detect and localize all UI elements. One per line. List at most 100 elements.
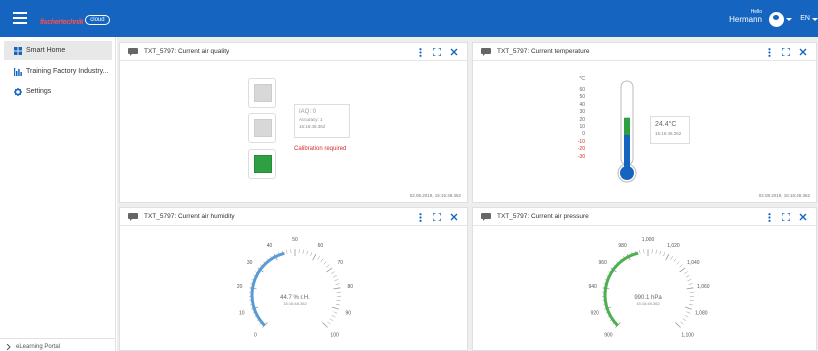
gauge-tick-label: 40 bbox=[267, 243, 273, 249]
gauge-tick bbox=[679, 264, 683, 268]
gauge-tick bbox=[317, 256, 320, 260]
gauge-tick bbox=[302, 249, 304, 254]
avatar-icon[interactable] bbox=[769, 12, 784, 27]
gauge-value-arc bbox=[250, 251, 285, 327]
card-temperature: TXT_5797: Current temperature °C 24.4°C … bbox=[472, 42, 817, 203]
chevron-right-icon bbox=[6, 344, 11, 350]
menu-icon[interactable] bbox=[13, 12, 27, 24]
gauge-tick-label: 960 bbox=[599, 260, 608, 266]
sidebar-item-training-factory[interactable]: Training Factory Industry... bbox=[4, 62, 112, 81]
gauge-tick-label: 90 bbox=[345, 310, 351, 316]
gauge-tick bbox=[663, 252, 666, 257]
message-icon bbox=[128, 47, 138, 56]
air-quality-level-2 bbox=[248, 113, 276, 143]
gauge-tick-label: 30 bbox=[247, 260, 253, 266]
gauge-tick-label: 1,080 bbox=[695, 310, 708, 316]
gauge-tick bbox=[684, 306, 692, 310]
gauge-tick bbox=[332, 275, 337, 278]
gauge-tick bbox=[333, 311, 338, 314]
more-options-icon[interactable] bbox=[764, 47, 774, 57]
close-icon[interactable] bbox=[798, 47, 808, 57]
language-chevron-down-icon[interactable] bbox=[812, 18, 818, 21]
humidity-gauge: 010203040506070809010044.7 % r.H.15:16:4… bbox=[237, 237, 354, 339]
gauge-tick bbox=[684, 315, 689, 318]
card-header: TXT_5797: Current temperature bbox=[473, 43, 816, 61]
gauge-tick bbox=[331, 315, 336, 318]
gauge-tick bbox=[680, 321, 684, 325]
sidebar-item-label: Smart Home bbox=[26, 47, 66, 54]
gauge-tick bbox=[331, 306, 339, 310]
gauge-tick-label: 980 bbox=[618, 243, 627, 249]
temperature-scale-label: 40 bbox=[579, 101, 585, 108]
fullscreen-icon[interactable] bbox=[432, 47, 442, 57]
close-icon[interactable] bbox=[449, 212, 459, 222]
iaq-value: IAQ: 0 bbox=[299, 109, 317, 115]
card-title: TXT_5797: Current air humidity bbox=[144, 213, 235, 220]
message-icon bbox=[128, 212, 138, 221]
gauge-tick bbox=[688, 283, 693, 285]
gauge-tick bbox=[333, 287, 341, 290]
fullscreen-icon[interactable] bbox=[432, 212, 442, 222]
gauge-tick bbox=[326, 267, 333, 273]
user-menu-chevron-down-icon[interactable] bbox=[786, 18, 792, 21]
gauge-tick bbox=[335, 303, 340, 306]
temperature-scale-label: 0 bbox=[582, 131, 585, 138]
fullscreen-icon[interactable] bbox=[781, 47, 791, 57]
gauge-tick bbox=[329, 318, 334, 322]
gauge-tick-label: 900 bbox=[604, 333, 613, 339]
gauge-tick-label: 1,040 bbox=[687, 260, 700, 266]
gauge-tick bbox=[306, 250, 309, 255]
gauge-tick bbox=[334, 279, 339, 282]
message-icon bbox=[481, 212, 491, 221]
gauge-tick bbox=[312, 253, 317, 261]
reading-timestamp: 15:16:48.362 bbox=[655, 131, 682, 136]
gauge-tick bbox=[655, 249, 657, 254]
grid-icon bbox=[14, 46, 22, 55]
thermometer bbox=[617, 80, 637, 183]
gauge-tick-label: 1,100 bbox=[681, 333, 694, 339]
gauge-value-arc bbox=[603, 251, 639, 327]
gauge-tick bbox=[639, 249, 641, 254]
language-selector[interactable]: EN bbox=[800, 15, 810, 22]
more-options-icon[interactable] bbox=[764, 212, 774, 222]
calibration-warning: Calibration required bbox=[294, 146, 347, 152]
brand-logo[interactable]: fischertechnik cloud bbox=[40, 11, 110, 27]
gauge-tick bbox=[675, 322, 681, 328]
gauge-tick bbox=[336, 300, 341, 302]
sidebar-item-smart-home[interactable]: Smart Home bbox=[4, 41, 112, 60]
card-footer-timestamp: 02.08.2019, 15:16:48.362 bbox=[409, 193, 461, 198]
gauge-tick bbox=[685, 275, 690, 278]
fullscreen-icon[interactable] bbox=[781, 212, 791, 222]
gauge-tick bbox=[673, 258, 677, 262]
more-options-icon[interactable] bbox=[415, 212, 425, 222]
user-menu[interactable]: Hello Hermann bbox=[729, 9, 784, 27]
user-name: Hermann bbox=[729, 15, 762, 24]
gauge-timestamp: 15:16:48.362 bbox=[636, 301, 660, 306]
gauge-tick bbox=[689, 300, 694, 302]
sidebar-item-label: Training Factory Industry... bbox=[26, 68, 109, 75]
temperature-scale-label: -20 bbox=[577, 146, 585, 153]
gear-icon bbox=[14, 87, 22, 96]
gauge-tick-label: 1,000 bbox=[642, 237, 655, 243]
gauge-tick-label: 80 bbox=[348, 284, 354, 290]
card-header: TXT_5797: Current air quality bbox=[120, 43, 467, 61]
temperature-scale-label: -10 bbox=[577, 138, 585, 145]
gauge-tick bbox=[670, 256, 673, 260]
more-options-icon[interactable] bbox=[415, 47, 425, 57]
gauge-tick-label: 940 bbox=[589, 284, 598, 290]
gauge-tick bbox=[686, 287, 694, 290]
card-actions bbox=[408, 47, 459, 57]
sidebar-item-settings[interactable]: Settings bbox=[4, 82, 112, 101]
close-icon[interactable] bbox=[798, 212, 808, 222]
close-icon[interactable] bbox=[449, 47, 459, 57]
card-air-quality: TXT_5797: Current air quality IAQ: 0 Acc… bbox=[119, 42, 468, 203]
temperature-readout: 24.4°C 15:16:48.362 bbox=[650, 116, 690, 144]
sidebar-item-elearning[interactable]: eLearning Portal bbox=[6, 344, 60, 350]
gauge-tick bbox=[688, 303, 693, 306]
gauge-tick bbox=[331, 271, 335, 274]
gauge-tick-label: 50 bbox=[292, 237, 298, 243]
gauge-tick bbox=[327, 321, 331, 325]
card-title: TXT_5797: Current air quality bbox=[144, 48, 230, 55]
temperature-unit: °C bbox=[579, 76, 585, 82]
gauge-tick-label: 100 bbox=[330, 333, 339, 339]
